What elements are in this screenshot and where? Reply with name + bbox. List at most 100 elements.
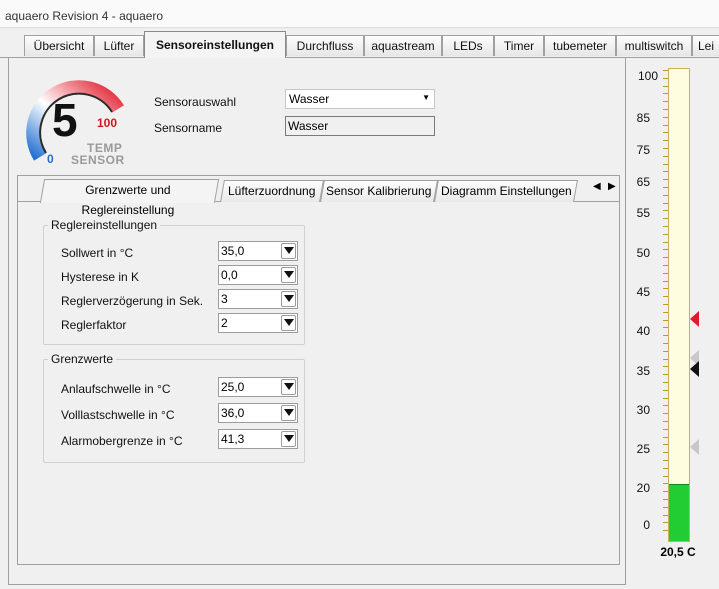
tab-durchfluss[interactable]: Durchfluss [286,35,364,56]
full-load-threshold-label: Volllastschwelle in °C [61,408,175,422]
sensor-number: 5 [52,94,78,146]
tab-label: Lüfterzuordnung [228,184,316,198]
tab-tubemeter[interactable]: tubemeter [544,35,616,56]
tab-label: Sensoreinstellungen [155,38,275,52]
scale-tick [663,335,668,336]
tab-leds[interactable]: LEDs [442,35,494,56]
controller-delay-label: Reglerverzögerung in Sek. [61,294,204,308]
scale-label: 25 [636,442,650,456]
controller-factor-value: 2 [221,316,228,330]
scale-tick [663,374,668,375]
hysteresis-field[interactable]: 0,0 [218,265,298,285]
scale-tick [663,148,668,149]
scale-tick [663,483,668,484]
hysteresis-label: Hysterese in K [61,270,140,284]
alarm-limit-label: Alarmobergrenze in °C [61,434,183,448]
sensor-select-value: Wasser [289,92,330,106]
alarm-marker-icon [690,311,699,327]
scale-tick [663,273,668,274]
current-temperature: 20,5 C [660,545,696,559]
chevron-down-icon: ▼ [422,93,430,102]
controller-factor-field[interactable]: 2 [218,313,298,333]
scale-tick [663,468,668,469]
scale-tick [663,164,668,165]
title-bar: aquaero Revision 4 - aquaero [0,0,719,28]
scale-tick [663,452,668,453]
scale-tick [663,195,668,196]
thermometer-fill [669,484,689,541]
tab-label: Timer [503,39,535,53]
scale-tick [663,171,668,172]
scale-tick [663,343,668,344]
tab-label: multiswitch [624,39,684,53]
scale-label: 40 [636,324,650,338]
tab-luefterzuordnung[interactable]: Lüfterzuordnung [220,180,324,202]
scale-tick [663,249,668,250]
tab-diagramm-einstellungen[interactable]: Diagramm Einstellungen [434,180,578,202]
setpoint-label: Sollwert in °C [61,246,134,260]
scale-tick [663,444,668,445]
scale-tick [663,288,668,289]
tab-label: Grenzwerte und Reglereinstellung [81,183,175,217]
tab-label: Sensor Kalibrierung [326,184,432,198]
start-threshold-field[interactable]: 25,0 [218,377,298,397]
thermometer-bar [668,68,690,542]
scale-label: 30 [636,403,650,417]
tab-uebersicht[interactable]: Übersicht [24,35,94,56]
scale-tick [663,327,668,328]
scale-tick [663,281,668,282]
full-load-threshold-field[interactable]: 36,0 [218,403,298,423]
scale-label: 85 [636,111,650,125]
chevron-down-icon[interactable] [281,267,296,283]
chevron-down-icon[interactable] [281,379,296,395]
scale-tick [663,522,668,523]
tab-scroll-right-icon[interactable]: ▶ [608,181,616,192]
scale-tick [663,507,668,508]
tab-lei[interactable]: Lei [692,35,719,56]
controller-delay-field[interactable]: 3 [218,289,298,309]
chevron-down-icon[interactable] [281,431,296,447]
scale-tick [663,515,668,516]
chevron-down-icon[interactable] [281,243,296,259]
tab-grenzwerte[interactable]: Grenzwerte und Reglereinstellung [39,179,220,217]
alarm-limit-value: 41,3 [221,432,245,446]
sensor-name-input[interactable]: Wasser [285,116,435,136]
sensor-name-label: Sensorname [154,121,223,135]
scale-tick [663,382,668,383]
scale-tick [663,429,668,430]
scale-tick [663,421,668,422]
scale-tick [663,218,668,219]
scale-tick [663,226,668,227]
scale-tick [663,530,668,531]
scale-tick [663,359,668,360]
scale-tick [663,117,668,118]
chevron-down-icon[interactable] [281,315,296,331]
tab-timer[interactable]: Timer [494,35,544,56]
scale-label: 65 [636,175,650,189]
tab-sensor-kalibrierung[interactable]: Sensor Kalibrierung [320,180,438,202]
sensor-select-dropdown[interactable]: Wasser ▼ [285,89,435,109]
setpoint-field[interactable]: 35,0 [218,241,298,261]
tab-multiswitch[interactable]: multiswitch [616,35,692,56]
tab-scroll-left-icon[interactable]: ◀ [593,181,601,192]
tab-label: Lei [697,39,714,53]
chevron-down-icon[interactable] [281,405,296,421]
tab-luefter[interactable]: Lüfter [94,35,144,56]
tab-aquastream[interactable]: aquastream [364,35,442,56]
scale-label: 0 [643,518,650,532]
scale-tick [663,499,668,500]
limits-group-title: Grenzwerte [48,352,117,366]
temp-sensor-gauge: 5 100 0 TEMP SENSOR [18,65,128,167]
scale-label: 50 [636,246,650,260]
chevron-down-icon[interactable] [281,291,296,307]
scale-tick [663,366,668,367]
scale-tick [663,70,668,71]
alarm-limit-field[interactable]: 41,3 [218,429,298,449]
scale-tick [663,304,668,305]
scale-label: 45 [636,285,650,299]
tab-label: Diagramm Einstellungen [440,184,572,198]
tab-label: Durchfluss [296,39,354,53]
scale-tick [663,437,668,438]
tab-sensoreinstellungen[interactable]: Sensoreinstellungen [144,31,286,58]
setpoint-value: 35,0 [221,244,245,258]
